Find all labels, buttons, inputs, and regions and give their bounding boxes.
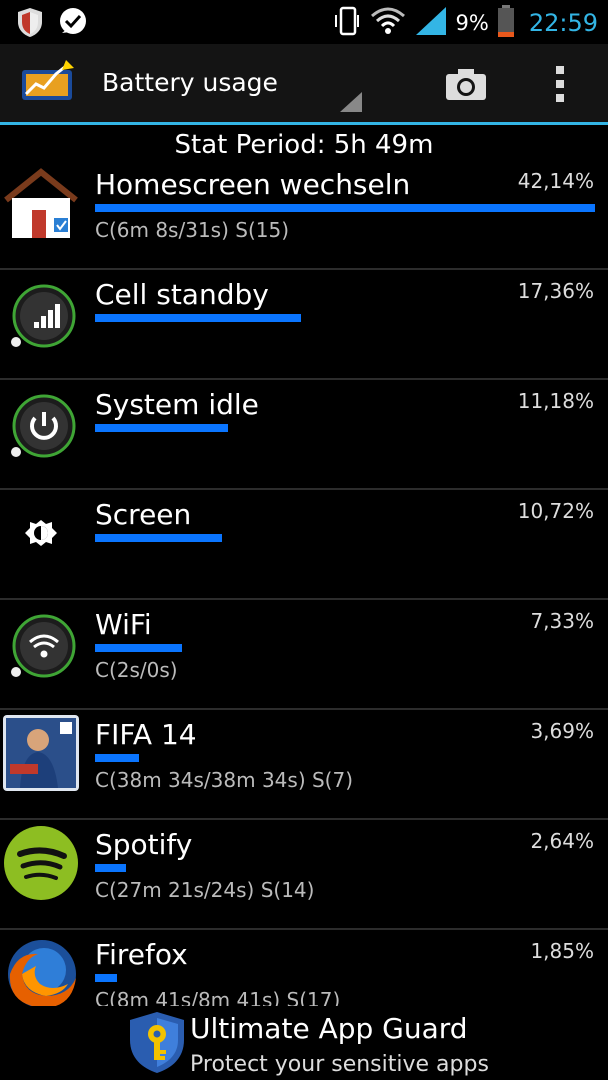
wifi-icon (370, 6, 406, 40)
usage-bar (95, 534, 222, 542)
battery-percent: 9% (455, 11, 489, 35)
ad-title: Ultimate App Guard (190, 1012, 468, 1045)
stat-period: Stat Period: 5h 49m (174, 130, 434, 160)
list-item[interactable]: System idle 11,18% (0, 380, 608, 490)
vibrate-icon (332, 5, 362, 41)
item-percent: 1,85% (530, 939, 594, 963)
item-details: C(38m 34s/38m 34s) S(7) (95, 768, 354, 792)
action-bar: Battery usage (0, 44, 608, 122)
page-title[interactable]: Battery usage (102, 68, 278, 97)
signal-icon (414, 5, 448, 41)
battery-icon (497, 4, 515, 42)
item-details: C(8m 41s/8m 41s) S(17) (95, 988, 341, 1006)
status-bar: 9% 22:59 (0, 0, 608, 44)
list-item[interactable]: FIFA 14 3,69% C(38m 34s/38m 34s) S(7) (0, 710, 608, 820)
item-percent: 10,72% (517, 499, 594, 523)
action-bar-divider (0, 122, 608, 125)
item-percent: 3,69% (530, 719, 594, 743)
shield-icon (16, 6, 44, 42)
usage-bar (95, 204, 595, 212)
ad-subtitle: Protect your sensitive apps (190, 1052, 489, 1077)
list-item[interactable]: Homescreen wechseln 42,14% C(6m 8s/31s) … (0, 160, 608, 270)
item-percent: 11,18% (517, 389, 594, 413)
usage-bar (95, 314, 301, 322)
power-icon (2, 384, 80, 462)
app-logo-icon[interactable] (20, 56, 76, 108)
cell-signal-icon (2, 274, 80, 352)
item-name: System idle (95, 388, 259, 421)
item-details: C(2s/0s) (95, 658, 178, 682)
list-item[interactable]: Firefox 1,85% C(8m 41s/8m 41s) S(17) (0, 930, 608, 1006)
item-percent: 42,14% (517, 169, 594, 193)
usage-bar (95, 754, 139, 762)
chat-check-icon (58, 7, 88, 41)
list-item[interactable]: WiFi 7,33% C(2s/0s) (0, 600, 608, 710)
fifa-app-icon (2, 714, 80, 792)
spotify-icon (2, 824, 80, 902)
house-icon (2, 164, 80, 242)
item-name: FIFA 14 (95, 718, 197, 751)
key-shield-icon (126, 1010, 188, 1074)
spinner-caret-icon[interactable] (340, 92, 362, 112)
ad-banner[interactable]: Ultimate App Guard Protect your sensitiv… (0, 1006, 608, 1080)
clock: 22:59 (528, 9, 598, 37)
battery-usage-list[interactable]: Homescreen wechseln 42,14% C(6m 8s/31s) … (0, 160, 608, 1006)
item-name: Homescreen wechseln (95, 168, 411, 201)
usage-bar (95, 424, 228, 432)
wifi-icon (2, 604, 80, 682)
list-item[interactable]: Cell standby 17,36% (0, 270, 608, 380)
item-name: Firefox (95, 938, 188, 971)
item-name: Cell standby (95, 278, 269, 311)
item-percent: 17,36% (517, 279, 594, 303)
overflow-menu-icon[interactable] (552, 64, 568, 104)
usage-bar (95, 974, 117, 982)
item-details: C(6m 8s/31s) S(15) (95, 218, 289, 242)
item-name: Screen (95, 498, 192, 531)
brightness-icon (2, 494, 80, 572)
list-item[interactable]: Screen 10,72% (0, 490, 608, 600)
firefox-icon (2, 934, 80, 1006)
item-name: Spotify (95, 828, 193, 861)
item-percent: 2,64% (530, 829, 594, 853)
item-name: WiFi (95, 608, 152, 641)
usage-bar (95, 644, 182, 652)
camera-icon[interactable] (444, 66, 488, 102)
item-details: C(27m 21s/24s) S(14) (95, 878, 315, 902)
usage-bar (95, 864, 126, 872)
list-item[interactable]: Spotify 2,64% C(27m 21s/24s) S(14) (0, 820, 608, 930)
item-percent: 7,33% (530, 609, 594, 633)
